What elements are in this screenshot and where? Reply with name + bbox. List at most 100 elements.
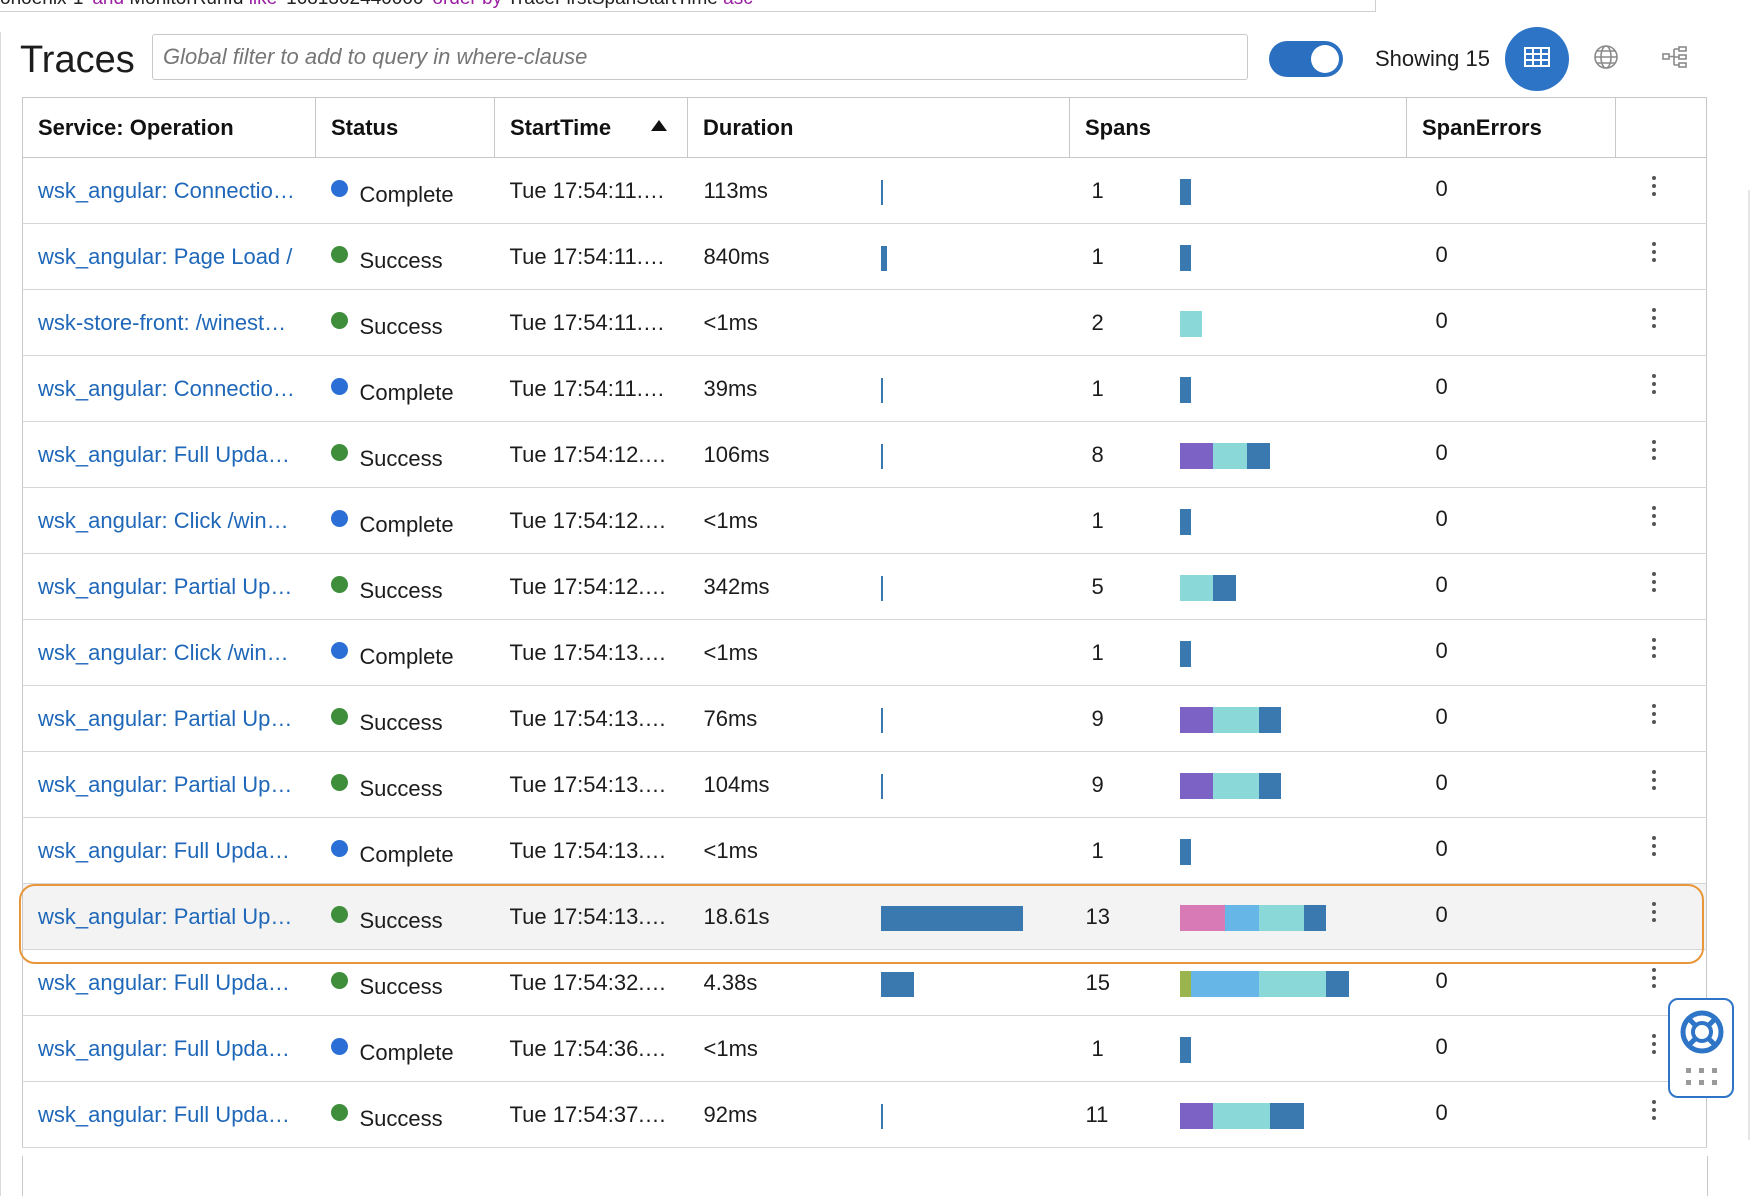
operation-link[interactable]: wsk_angular: Page Load / xyxy=(38,244,296,270)
table-row[interactable]: wsk_angular: Full Update... Complete Tue… xyxy=(22,1015,1707,1082)
spanerrors-cell: 0 xyxy=(1406,487,1616,554)
kebab-menu-icon[interactable] xyxy=(1651,1034,1658,1058)
operation-link[interactable]: wsk_angular: Full Update... xyxy=(38,970,296,996)
table-row[interactable]: wsk_angular: Click /winestore Complete T… xyxy=(22,619,1707,686)
operation-link[interactable]: wsk_angular: Full Update... xyxy=(38,442,296,468)
query-editor-strip[interactable]: ohoenix-1' and MonitorRunId like '168130… xyxy=(0,0,1376,12)
sort-ascending-icon[interactable] xyxy=(651,120,667,131)
duration-cell: 92ms xyxy=(687,1081,1070,1148)
spans-count: 1 xyxy=(1091,507,1104,533)
table-row[interactable]: wsk_angular: Connection... Complete Tue … xyxy=(22,157,1707,224)
table-row[interactable]: wsk_angular: Partial Update Success Tue … xyxy=(22,751,1707,818)
spans-cell: 11 xyxy=(1069,1081,1407,1148)
operation-link[interactable]: wsk_angular: Partial Update xyxy=(38,772,296,798)
status-dot-icon xyxy=(330,575,348,593)
auto-refresh-toggle[interactable] xyxy=(1269,41,1343,77)
spans-count: 1 xyxy=(1091,243,1104,269)
table-row[interactable]: wsk_angular: Page Load / Success Tue 17:… xyxy=(22,223,1707,290)
column-header-starttime-label: StartTime xyxy=(510,114,612,140)
drag-grip-icon[interactable] xyxy=(1686,1068,1718,1091)
kebab-menu-icon[interactable] xyxy=(1651,638,1658,662)
status-text: Success xyxy=(359,313,443,339)
kebab-menu-icon[interactable] xyxy=(1651,176,1658,200)
duration-bar xyxy=(880,905,1023,931)
operation-link[interactable]: wsk_angular: Partial Update xyxy=(38,706,296,732)
duration-cell: <1ms xyxy=(687,817,1070,884)
spanerrors-count: 0 xyxy=(1435,637,1448,663)
spans-wrap: 1 xyxy=(1070,1017,1407,1081)
column-header-duration[interactable]: Duration xyxy=(687,97,1070,158)
table-row[interactable]: wsk_angular: Partial Update Success Tue … xyxy=(22,883,1707,950)
operation-link[interactable]: wsk_angular: Connection... xyxy=(38,376,296,402)
table-row[interactable]: wsk_angular: Click /winestore Complete T… xyxy=(22,487,1707,554)
column-header-starttime[interactable]: StartTime xyxy=(494,97,688,158)
kebab-menu-icon[interactable] xyxy=(1651,242,1658,266)
spans-count: 1 xyxy=(1091,1035,1104,1061)
starttime-cell: Tue 17:54:13.… xyxy=(494,619,688,686)
kebab-menu-icon[interactable] xyxy=(1651,704,1658,728)
actions-cell xyxy=(1615,685,1707,752)
table-row[interactable]: wsk_angular: Partial Update Success Tue … xyxy=(22,553,1707,620)
span-segment xyxy=(1179,904,1225,931)
span-segment xyxy=(1179,1036,1191,1063)
spanerrors-count: 0 xyxy=(1435,769,1448,795)
operation-cell: wsk_angular: Connection... xyxy=(22,355,316,422)
column-header-spans[interactable]: Spans xyxy=(1069,97,1407,158)
table-row[interactable]: wsk_angular: Full Update... Complete Tue… xyxy=(22,817,1707,884)
kebab-menu-icon[interactable] xyxy=(1651,968,1658,992)
status-text: Success xyxy=(359,247,443,273)
global-filter-input[interactable] xyxy=(153,35,1247,79)
operation-link[interactable]: wsk_angular: Connection... xyxy=(38,178,296,204)
lifebuoy-icon[interactable] xyxy=(1680,1010,1724,1059)
starttime-text: Tue 17:54:11.… xyxy=(509,375,665,401)
spans-count: 1 xyxy=(1091,639,1104,665)
operation-link[interactable]: wsk_angular: Partial Update xyxy=(38,904,296,930)
table-row[interactable]: wsk_angular: Full Update... Success Tue … xyxy=(22,421,1707,488)
map-view-button[interactable] xyxy=(1589,42,1623,76)
topology-view-button[interactable] xyxy=(1658,42,1692,76)
operation-link[interactable]: wsk_angular: Partial Update xyxy=(38,574,296,600)
table-row[interactable]: wsk-store-front: /winestore... Success T… xyxy=(22,289,1707,356)
duration-wrap: <1ms xyxy=(688,621,1070,685)
kebab-menu-icon[interactable] xyxy=(1651,836,1658,860)
kebab-menu-icon[interactable] xyxy=(1651,1100,1658,1124)
column-header-operation[interactable]: Service: Operation xyxy=(22,97,316,158)
table-row[interactable]: wsk_angular: Connection... Complete Tue … xyxy=(22,355,1707,422)
table-row[interactable]: wsk_angular: Partial Update Success Tue … xyxy=(22,685,1707,752)
kebab-menu-icon[interactable] xyxy=(1651,506,1658,530)
status-cell: Success xyxy=(315,751,495,818)
table-row[interactable]: wsk_angular: Full Update... Success Tue … xyxy=(22,949,1707,1016)
kebab-menu-icon[interactable] xyxy=(1651,440,1658,464)
column-header-status[interactable]: Status xyxy=(315,97,495,158)
operation-link[interactable]: wsk_angular: Click /winestore xyxy=(38,640,296,666)
query-token: '1681302440000' xyxy=(277,0,432,9)
kebab-menu-icon[interactable] xyxy=(1651,374,1658,398)
operation-link[interactable]: wsk_angular: Full Update... xyxy=(38,838,296,864)
duration-wrap: 18.61s xyxy=(688,885,1070,949)
operation-link[interactable]: wsk_angular: Full Update... xyxy=(38,1102,296,1128)
operation-link[interactable]: wsk_angular: Full Update... xyxy=(38,1036,296,1062)
kebab-menu-icon[interactable] xyxy=(1651,572,1658,596)
duration-wrap: <1ms xyxy=(688,291,1070,355)
column-header-spanerrors[interactable]: SpanErrors xyxy=(1406,97,1616,158)
table-view-button[interactable] xyxy=(1505,27,1569,91)
spans-count: 1 xyxy=(1091,837,1104,863)
spans-cell: 2 xyxy=(1069,289,1407,356)
operation-link[interactable]: wsk_angular: Click /winestore xyxy=(38,508,296,534)
spans-wrap: 5 xyxy=(1070,555,1407,619)
status-text: Complete xyxy=(359,841,454,867)
span-distribution-bar xyxy=(1179,442,1270,469)
span-segment xyxy=(1258,970,1327,997)
kebab-menu-icon[interactable] xyxy=(1651,902,1658,926)
spans-count: 9 xyxy=(1091,771,1104,797)
spans-cell: 1 xyxy=(1069,619,1407,686)
global-filter-input-wrapper[interactable] xyxy=(152,34,1248,80)
kebab-menu-icon[interactable] xyxy=(1651,770,1658,794)
operation-cell: wsk_angular: Partial Update xyxy=(22,883,316,950)
page-title: Traces xyxy=(20,39,135,81)
table-row[interactable]: wsk_angular: Full Update... Success Tue … xyxy=(22,1081,1707,1148)
starttime-text: Tue 17:54:13.… xyxy=(509,837,667,863)
help-widget[interactable] xyxy=(1668,998,1734,1098)
kebab-menu-icon[interactable] xyxy=(1651,308,1658,332)
operation-link[interactable]: wsk-store-front: /winestore... xyxy=(38,310,296,336)
